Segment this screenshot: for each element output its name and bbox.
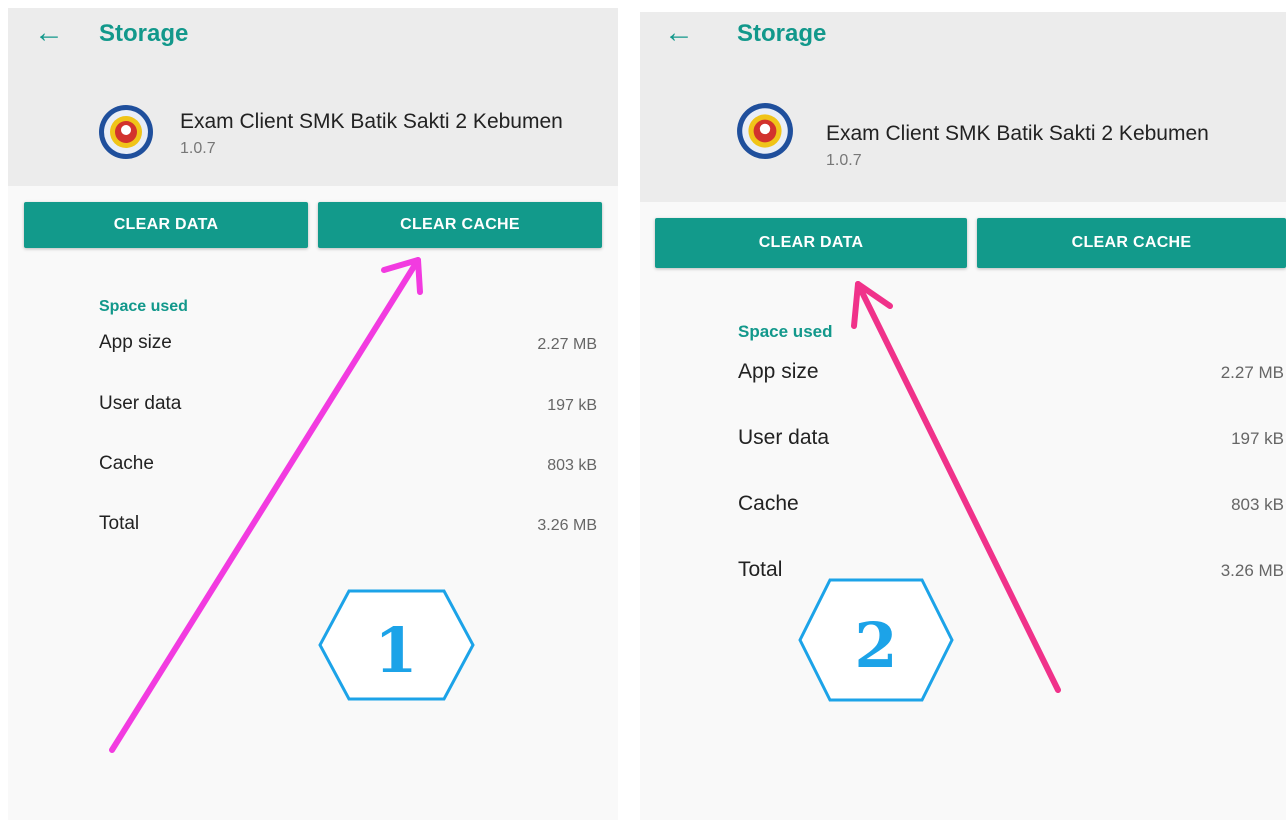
step-number-2: 2 (854, 609, 897, 682)
annotation-overlay-1: 1 (109, 257, 475, 753)
annotation-overlay-2: 2 (798, 281, 1061, 702)
storage-screen-1: ← Storage Exam Client SMK Batik Sakti 2 … (8, 8, 618, 820)
storage-screen-2: ← Storage Exam Client SMK Batik Sakti 2 … (640, 12, 1286, 820)
step-number-1: 1 (374, 614, 417, 687)
arrow-head-icon (851, 281, 893, 329)
